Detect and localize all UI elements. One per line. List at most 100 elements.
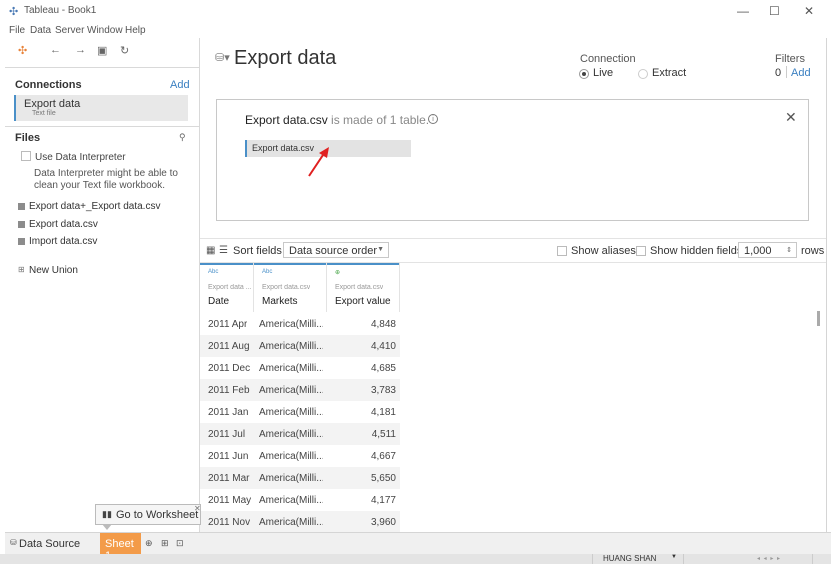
list-view-icon[interactable]: ☰ [219,245,228,256]
table-row: 2011 Aug America(Milli... 4,410 [200,335,400,357]
live-radio[interactable] [579,69,589,79]
new-union-item[interactable]: New Union [29,265,78,276]
extract-label: Extract [652,67,687,79]
date-cell: 2011 Jan [208,407,249,418]
table-row: 2011 Apr America(Milli... 4,848 [200,313,400,335]
table-row: 2011 Jun America(Milli... 4,667 [200,445,400,467]
search-icon[interactable]: ⚲ [179,132,186,143]
maximize-button[interactable]: ☐ [769,4,780,18]
string-type-icon[interactable]: Abc [208,269,218,275]
live-label: Live [593,67,614,79]
sort-fields-value: Data source order [289,245,378,257]
connection-label: Connection [580,53,636,65]
file-item[interactable]: Export data.csv [29,219,98,230]
column-header-date[interactable]: Abc Export data ... Date [200,263,254,312]
export-value-cell: 4,667 [370,451,396,462]
show-aliases-checkbox[interactable] [557,246,567,256]
close-icon[interactable]: ✕ [194,504,201,513]
go-to-worksheet-tooltip[interactable]: ▮▮ Go to Worksheet ✕ [95,504,201,525]
back-icon[interactable]: ← [50,44,61,56]
markets-cell: America(Milli... [259,319,323,330]
export-value-cell: 4,511 [371,429,396,440]
string-type-icon[interactable]: Abc [262,269,272,275]
sort-fields-dropdown[interactable]: Data source order ▼ [283,242,389,258]
close-icon[interactable]: ✕ [785,109,797,126]
save-icon[interactable]: ▣ [97,44,107,57]
markets-cell: America(Milli... [259,429,323,440]
menu-server[interactable]: Server [55,25,84,36]
show-hidden-checkbox[interactable] [636,246,646,256]
markets-cell: America(Milli... [259,495,323,506]
column-source: Export data.csv [335,284,384,291]
table-row: 2011 Jan America(Milli... 4,181 [200,401,400,423]
divider [5,67,200,68]
grid-toolbar: ▦ ☰ Sort fields Data source order ▼ Show… [200,238,831,262]
info-icon[interactable]: i [428,114,438,124]
menu-file[interactable]: File [9,25,25,36]
file-item[interactable]: Import data.csv [29,236,97,247]
export-value-cell: 4,848 [370,319,396,330]
file-item[interactable]: Export data+_Export data.csv [29,201,160,212]
date-cell: 2011 Dec [208,363,251,374]
number-type-icon[interactable]: ⊕ [335,269,340,276]
vertical-scrollbar[interactable] [817,311,820,326]
column-header-export-value[interactable]: ⊕ Export data.csv Export value [327,263,400,312]
export-value-cell: 4,410 [370,341,396,352]
go-to-worksheet-label: Go to Worksheet [116,509,199,521]
close-window-button[interactable]: ✕ [804,4,814,18]
rows-count-input[interactable]: 1,000 ⇕ [738,242,797,258]
table-row: 2011 Nov America(Milli... 3,960 [200,511,400,533]
export-value-cell: 4,177 [370,495,396,506]
add-connection-link[interactable]: Add [170,79,190,91]
forward-icon[interactable]: → [75,44,86,56]
spinner-icon: ⇕ [786,247,792,254]
menu-help[interactable]: Help [125,25,146,36]
minimize-button[interactable]: — [737,4,749,18]
date-cell: 2011 Nov [208,517,251,528]
tableau-home-icon[interactable]: ✣ [18,44,27,57]
date-cell: 2011 Apr [208,319,248,330]
data-source-title[interactable]: Export data [234,47,336,70]
filters-count: 0 [775,67,782,79]
markets-cell: America(Milli... [259,451,323,462]
sheet-1-tab[interactable]: Sheet 1 [100,533,141,562]
canvas-file-name: Export data.csv [245,113,328,127]
menu-window[interactable]: Window [87,25,123,36]
tooltip-tail [102,524,112,530]
connection-name: Export data [24,98,81,110]
markets-cell: America(Milli... [259,385,323,396]
bar-chart-icon: ▮▮ [102,509,112,519]
refresh-icon[interactable]: ↻ [120,44,129,57]
extract-radio[interactable] [638,69,648,79]
export-value-cell: 4,685 [370,363,396,374]
new-story-icon[interactable]: ⊡ [176,538,184,549]
markets-cell: America(Milli... [259,517,323,528]
date-cell: 2011 Aug [208,341,250,352]
user-menu[interactable]: HUANG SHAN ▼ [592,554,684,564]
new-dashboard-icon[interactable]: ⊞ [161,538,169,549]
sheet-nav-icons[interactable]: ◂ ◂ ▸ ▸ [757,555,781,562]
column-header-markets[interactable]: Abc Export data.csv Markets [254,263,327,312]
window-title: Tableau - Book1 [24,5,97,16]
export-value-cell: 3,783 [370,385,396,396]
export-value-cell: 4,181 [370,407,396,418]
divider [5,126,200,127]
menu-data[interactable]: Data [30,25,51,36]
title-bar: ✣ Tableau - Book1 — ☐ ✕ [0,0,831,22]
new-worksheet-icon[interactable]: ⊕ [145,538,153,549]
join-canvas: Export data.csv is made of 1 table. i ✕ … [216,99,809,221]
date-cell: 2011 Feb [208,385,250,396]
status-bar: HUANG SHAN ▼ ◂ ◂ ▸ ▸ [0,554,831,564]
add-filter-link[interactable]: Add [791,67,811,79]
use-interpreter-checkbox[interactable] [21,151,31,161]
date-cell: 2011 May [208,495,252,506]
menu-bar: File Data Server Window Help [0,22,831,38]
chevron-down-icon: ▼ [377,246,384,253]
grid-icon[interactable] [812,554,831,564]
right-edge-panel [826,38,831,532]
canvas-title-rest: is made of 1 table. [327,113,430,127]
grid-view-icon[interactable]: ▦ [206,245,215,256]
data-source-tab[interactable]: ⛁ Data Source [5,533,99,555]
connection-item[interactable]: Export data Text file [14,95,188,121]
date-cell: 2011 Mar [208,473,250,484]
